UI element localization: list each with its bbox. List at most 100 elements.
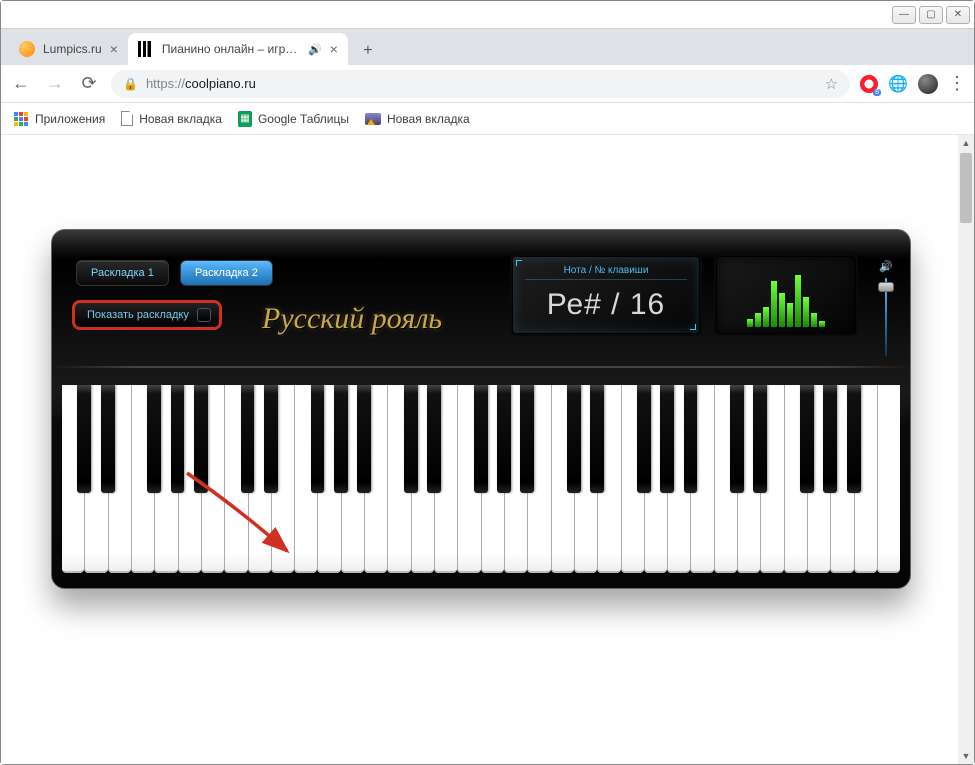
bookmark-sheets[interactable]: ▦ Google Таблицы	[238, 111, 349, 127]
bookmark-label: Новая вкладка	[139, 112, 222, 126]
minimize-button[interactable]: —	[892, 6, 916, 24]
volume-slider[interactable]: 🔊	[876, 258, 896, 362]
black-key[interactable]	[730, 385, 744, 493]
black-key[interactable]	[800, 385, 814, 493]
white-key[interactable]	[457, 385, 480, 573]
show-layout-checkbox[interactable]	[197, 308, 211, 322]
tab-strip: Lumpics.ru × Пианино онлайн – играть н 🔊…	[1, 29, 974, 65]
black-key[interactable]	[684, 385, 698, 493]
toolbar: ← → ⟳ 🔒 https://coolpiano.ru ☆ 8 🌐 ⋮	[1, 65, 974, 103]
sheets-icon: ▦	[238, 111, 252, 127]
lock-icon: 🔒	[123, 77, 138, 91]
back-button[interactable]: ←	[9, 72, 33, 96]
bookmark-label: Приложения	[35, 112, 105, 126]
white-key[interactable]	[294, 385, 317, 573]
close-tab-icon[interactable]: ×	[110, 41, 118, 57]
extension-badge: 8	[873, 89, 881, 96]
favicon-icon	[19, 41, 35, 57]
page-icon	[121, 111, 133, 126]
white-key[interactable]	[714, 385, 737, 573]
reload-button[interactable]: ⟳	[77, 72, 101, 96]
white-key[interactable]	[551, 385, 574, 573]
show-layout-label: Показать раскладку	[87, 309, 189, 321]
black-key[interactable]	[497, 385, 511, 493]
translate-icon[interactable]: 🌐	[888, 74, 908, 94]
bookmarks-bar: Приложения Новая вкладка ▦ Google Таблиц…	[1, 103, 974, 135]
profile-avatar[interactable]	[918, 74, 938, 94]
window-titlebar: — ▢ ✕	[1, 1, 974, 29]
panel-divider	[52, 366, 910, 368]
equalizer-display	[716, 256, 856, 334]
maximize-button[interactable]: ▢	[919, 6, 943, 24]
black-key[interactable]	[241, 385, 255, 493]
new-tab-button[interactable]: +	[354, 37, 382, 65]
forward-button[interactable]: →	[43, 72, 67, 96]
scroll-down-icon[interactable]: ▼	[958, 748, 974, 764]
close-tab-icon[interactable]: ×	[330, 41, 338, 57]
image-icon	[365, 113, 381, 125]
black-key[interactable]	[427, 385, 441, 493]
tab-title: Lumpics.ru	[43, 42, 102, 56]
white-key[interactable]	[131, 385, 154, 573]
bookmark-label: Новая вкладка	[387, 112, 470, 126]
black-key[interactable]	[637, 385, 651, 493]
white-key[interactable]	[387, 385, 410, 573]
black-key[interactable]	[567, 385, 581, 493]
address-bar[interactable]: 🔒 https://coolpiano.ru ☆	[111, 70, 850, 98]
black-key[interactable]	[264, 385, 278, 493]
piano-body: Раскладка 1 Раскладка 2 Показать расклад…	[51, 229, 911, 589]
black-key[interactable]	[520, 385, 534, 493]
apps-shortcut[interactable]: Приложения	[13, 111, 105, 127]
vertical-scrollbar[interactable]: ▲ ▼	[958, 135, 974, 764]
layout-1-button[interactable]: Раскладка 1	[76, 260, 169, 286]
black-key[interactable]	[77, 385, 91, 493]
volume-icon: 🔊	[879, 260, 893, 273]
piano-control-panel: Раскладка 1 Раскладка 2 Показать расклад…	[52, 254, 910, 384]
audio-playing-icon[interactable]: 🔊	[308, 43, 322, 56]
black-key[interactable]	[660, 385, 674, 493]
black-key[interactable]	[753, 385, 767, 493]
white-key[interactable]	[224, 385, 247, 573]
black-key[interactable]	[334, 385, 348, 493]
black-key[interactable]	[357, 385, 371, 493]
black-key[interactable]	[311, 385, 325, 493]
scrollbar-thumb[interactable]	[960, 153, 972, 223]
tab-lumpics[interactable]: Lumpics.ru ×	[9, 33, 128, 65]
black-key[interactable]	[404, 385, 418, 493]
bookmark-star-icon[interactable]: ☆	[825, 75, 838, 93]
white-key[interactable]	[62, 385, 84, 573]
scroll-up-icon[interactable]: ▲	[958, 135, 974, 151]
black-key[interactable]	[194, 385, 208, 493]
page-viewport: ▲ ▼ Раскладка 1 Раскладка 2 Показать рас…	[1, 135, 974, 764]
url-text: https://coolpiano.ru	[146, 76, 256, 91]
white-key[interactable]	[877, 385, 900, 573]
note-display: Нота / № клавиши Ре# / 16	[512, 256, 700, 334]
favicon-icon	[138, 41, 154, 57]
piano-widget: Раскладка 1 Раскладка 2 Показать расклад…	[51, 229, 911, 589]
bookmark-label: Google Таблицы	[258, 112, 349, 126]
white-key[interactable]	[784, 385, 807, 573]
opera-extension-icon[interactable]: 8	[860, 75, 878, 93]
black-key[interactable]	[101, 385, 115, 493]
black-key[interactable]	[171, 385, 185, 493]
layout-2-button[interactable]: Раскладка 2	[180, 260, 273, 286]
note-display-value: Ре# / 16	[525, 288, 687, 322]
apps-grid-icon	[13, 111, 29, 127]
black-key[interactable]	[590, 385, 604, 493]
bookmark-newtab2[interactable]: Новая вкладка	[365, 112, 470, 126]
chrome-menu-button[interactable]: ⋮	[948, 73, 966, 94]
note-display-caption: Нота / № клавиши	[525, 265, 687, 280]
piano-logo: Русский рояль	[262, 302, 442, 336]
bookmark-newtab[interactable]: Новая вкладка	[121, 111, 222, 126]
black-key[interactable]	[847, 385, 861, 493]
black-key[interactable]	[474, 385, 488, 493]
volume-thumb[interactable]	[878, 282, 894, 292]
piano-keyboard[interactable]	[62, 385, 900, 573]
tab-coolpiano[interactable]: Пианино онлайн – играть н 🔊 ×	[128, 33, 348, 65]
black-key[interactable]	[147, 385, 161, 493]
white-key[interactable]	[621, 385, 644, 573]
close-window-button[interactable]: ✕	[946, 6, 970, 24]
show-layout-toggle[interactable]: Показать раскладку	[72, 300, 222, 330]
black-key[interactable]	[823, 385, 837, 493]
tab-title: Пианино онлайн – играть н	[162, 42, 300, 56]
